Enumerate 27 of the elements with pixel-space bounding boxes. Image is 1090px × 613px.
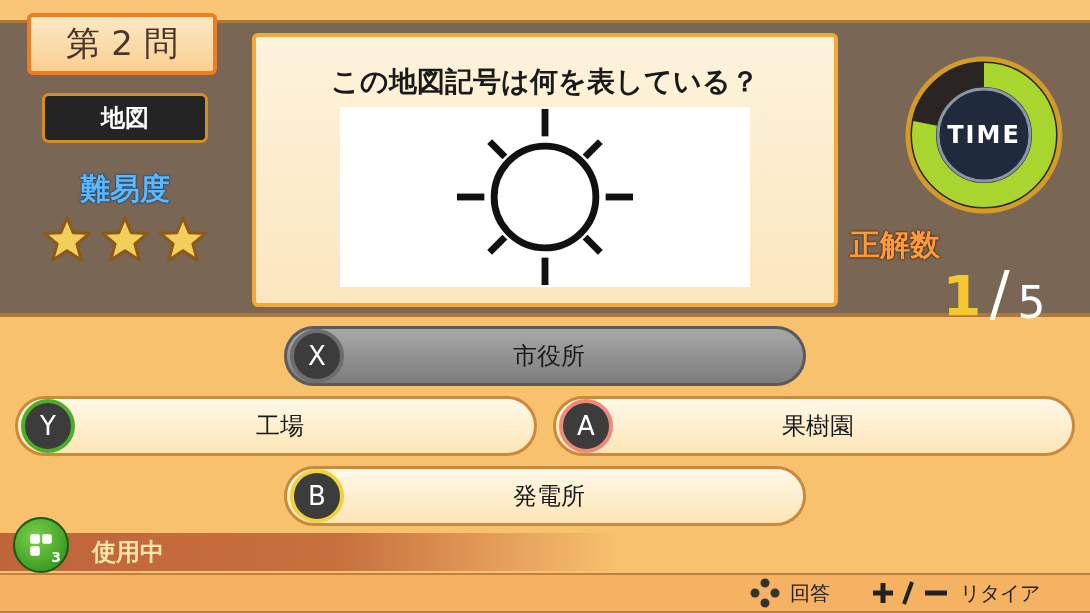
star-icon: [100, 214, 150, 265]
star-icon: [42, 214, 92, 265]
button-key-badge: X: [290, 329, 344, 384]
answer-button[interactable]: Y 工場: [15, 396, 537, 457]
hint-count: 3: [51, 549, 61, 565]
correct-count: 1: [942, 263, 982, 329]
sun-symbol-icon: [455, 107, 635, 288]
hint-status: 使用中: [92, 537, 164, 568]
footer-hint: 回答: [790, 579, 830, 607]
button-key-badge: A: [559, 399, 613, 454]
button-key-badge: B: [290, 469, 344, 524]
score-separator: /: [989, 258, 1010, 329]
category-label: 地図: [42, 93, 208, 144]
total-count: 5: [1017, 277, 1046, 329]
difficulty-label: 難易度: [80, 170, 170, 209]
question-number: 第 2 問: [27, 13, 217, 76]
question-text: この地図記号は何を表している？: [331, 64, 759, 101]
grid-icon: [29, 533, 53, 557]
timer-label: TIME: [946, 121, 1022, 150]
score-label: 正解数: [850, 226, 940, 265]
button-key-badge: Y: [21, 399, 75, 454]
plus-minus-icon: [870, 580, 950, 606]
footer-hint: リタイア: [960, 579, 1040, 607]
dpad-icon: [750, 578, 780, 608]
answer-button[interactable]: A 果樹園: [553, 396, 1075, 457]
answer-button[interactable]: B 発電所: [284, 466, 806, 527]
star-icon: [158, 214, 208, 265]
